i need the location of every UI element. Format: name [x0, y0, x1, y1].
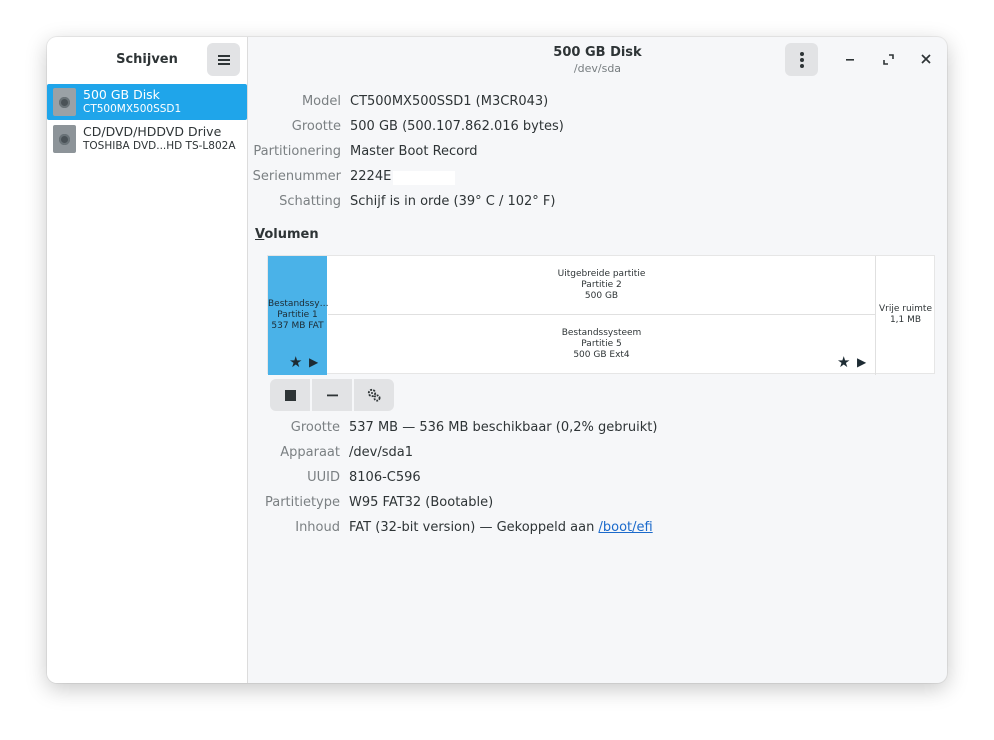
harddisk-icon	[53, 88, 76, 116]
optical-drive-icon	[53, 125, 76, 153]
disk-menu-button[interactable]	[785, 43, 818, 76]
free-space-text: Vrije ruimte 1,1 MB	[876, 304, 935, 326]
serial-value: 2224E	[350, 169, 392, 184]
partition-5-block[interactable]: Bestandssysteem Partitie 5 500 GB Ext4 ★…	[328, 315, 875, 375]
maximize-button[interactable]	[876, 47, 900, 71]
partition-1-block[interactable]: Bestandssy… Partitie 1 537 MB FAT ★ ▶	[268, 256, 329, 375]
gears-icon	[367, 388, 381, 402]
partitioning-value: Master Boot Record	[350, 144, 478, 159]
partition-5-play-icon: ▶	[857, 355, 867, 369]
partition-1-size: 537 MB FAT	[271, 321, 324, 331]
uuid-value: 8106-C596	[349, 470, 421, 485]
delete-partition-button[interactable]	[312, 379, 352, 411]
size-value: 500 GB (500.107.862.016 bytes)	[350, 119, 564, 134]
free-space-size: 1,1 MB	[889, 315, 922, 325]
content-label: Inhoud	[295, 520, 340, 535]
extended-partition-name: Partitie 2	[581, 280, 622, 290]
disk-name: 500 GB Disk	[83, 87, 160, 102]
model-label: Model	[301, 94, 341, 109]
serial-redaction	[393, 171, 455, 185]
partition-type-value: W95 FAT32 (Bootable)	[349, 495, 494, 510]
assessment-label: Schatting	[279, 194, 341, 209]
disk-model: TOSHIBA DVD...HD TS-L802A	[83, 140, 236, 152]
main-pane: 500 GB Disk /dev/sda Model CT500MX500SSD…	[248, 37, 947, 683]
unmount-button[interactable]	[270, 379, 310, 411]
partition-5-name: Partitie 5	[581, 339, 622, 349]
partition-1-text: Bestandssy… Partitie 1 537 MB FAT	[268, 299, 329, 332]
disks-window: Schijven 500 GB Disk CT500MX500SSD1 CD/D…	[47, 37, 947, 683]
partition-type-label: Partitietype	[264, 495, 340, 510]
partition-5-star-icon: ★	[837, 353, 851, 371]
extended-partition-type: Uitgebreide partitie	[557, 269, 646, 279]
partitioning-label: Partitionering	[253, 144, 341, 159]
sidebar: Schijven 500 GB Disk CT500MX500SSD1 CD/D…	[47, 37, 248, 683]
main-menu-button[interactable]	[207, 43, 240, 76]
minimize-icon	[846, 59, 854, 61]
close-button[interactable]	[914, 47, 938, 71]
disk-item-500gb[interactable]: 500 GB Disk CT500MX500SSD1	[47, 84, 247, 120]
minus-icon	[326, 394, 338, 396]
bootable-star-icon: ★	[289, 353, 303, 371]
partition-1-fs: Bestandssy…	[268, 299, 329, 309]
disk-name: CD/DVD/HDDVD Drive	[83, 124, 222, 139]
partition-5-fs: Bestandssysteem	[561, 328, 642, 338]
hamburger-icon	[217, 54, 230, 65]
device-value: /dev/sda1	[349, 445, 413, 460]
stop-icon	[284, 389, 296, 401]
disk-model: CT500MX500SSD1	[83, 103, 182, 115]
minimize-button[interactable]	[838, 47, 862, 71]
partition-5-size: 500 GB Ext4	[573, 350, 630, 360]
free-space-label: Vrije ruimte	[879, 304, 932, 314]
partition-size-label: Grootte	[290, 420, 340, 435]
volumes-heading: Volumen	[255, 227, 319, 242]
extended-partition-text: Uitgebreide partitie Partitie 2 500 GB	[328, 269, 875, 302]
mounted-play-icon: ▶	[309, 355, 319, 369]
volumes-heading-mnemonic: V	[255, 227, 265, 242]
volume-map: Bestandssy… Partitie 1 537 MB FAT ★ ▶ Ui…	[267, 255, 935, 375]
model-value: CT500MX500SSD1 (M3CR043)	[350, 94, 549, 109]
partition-1-name: Partitie 1	[277, 310, 318, 320]
disk-item-optical[interactable]: CD/DVD/HDDVD Drive TOSHIBA DVD...HD TS-L…	[47, 121, 247, 157]
free-space-block[interactable]: Vrije ruimte 1,1 MB	[875, 256, 935, 375]
volumes-heading-rest: olumen	[264, 227, 319, 242]
close-icon	[921, 54, 931, 64]
kebab-menu-icon	[799, 51, 804, 68]
content-value: FAT (32-bit version) — Gekoppeld aan /bo…	[349, 520, 653, 535]
partition-5-text: Bestandssysteem Partitie 5 500 GB Ext4	[328, 328, 875, 361]
mount-point-link[interactable]: /boot/efi	[598, 520, 652, 535]
maximize-icon	[882, 53, 894, 65]
device-label: Apparaat	[280, 445, 340, 460]
uuid-label: UUID	[307, 470, 340, 485]
content-text: FAT (32-bit version) — Gekoppeld aan	[349, 520, 599, 535]
extended-partition-size: 500 GB	[584, 291, 619, 301]
sidebar-header: Schijven	[47, 37, 247, 83]
size-label: Grootte	[291, 119, 341, 134]
partition-size-value: 537 MB — 536 MB beschikbaar (0,2% gebrui…	[349, 420, 658, 435]
extended-partition-block[interactable]: Uitgebreide partitie Partitie 2 500 GB	[328, 256, 875, 315]
partition-settings-button[interactable]	[354, 379, 394, 411]
assessment-value: Schijf is in orde (39° C / 102° F)	[350, 194, 556, 209]
serial-label: Serienummer	[252, 169, 341, 184]
